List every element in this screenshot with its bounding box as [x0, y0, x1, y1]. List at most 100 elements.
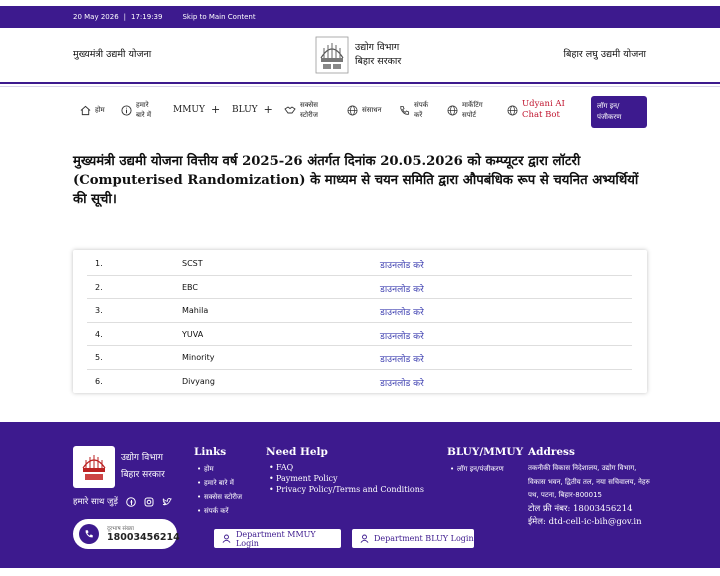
info-icon — [121, 104, 132, 116]
home-icon — [80, 105, 91, 115]
separator: | — [123, 13, 127, 21]
footer-link-faq[interactable]: FAQ — [266, 462, 424, 473]
footer-bluy-title: BLUY/MMUY — [447, 446, 524, 458]
plus-icon: + — [263, 103, 273, 116]
helpline-box[interactable]: दूरभाष संख्या 18003456214 — [73, 519, 180, 549]
download-link[interactable]: डाउनलोड करे — [380, 305, 424, 318]
phone-icon — [79, 524, 99, 544]
nav-resources-label: संसाधन — [362, 106, 382, 114]
download-link[interactable]: डाउनलोड करे — [380, 258, 424, 271]
twitter-icon[interactable] — [162, 497, 172, 507]
instagram-icon[interactable] — [144, 497, 154, 507]
row-number: 2. — [95, 282, 103, 292]
nav-success-stories[interactable]: सक्सेस स्टोरीज — [284, 87, 318, 133]
nav-marketing-label-2: सपोर्ट — [462, 111, 477, 119]
site-footer: उद्योग विभाग बिहार सरकार हमारे साथ जुड़े… — [0, 422, 720, 568]
social-links: हमारे साथ जुड़ें — [73, 496, 172, 507]
login-register-button[interactable]: लॉग इन/ पंजीकरण — [591, 96, 647, 128]
row-category: EBC — [182, 282, 198, 292]
footer-link-success-stories[interactable]: सक्सेस स्टोरीज — [194, 490, 242, 504]
skip-to-content-link[interactable]: Skip to Main Content — [182, 13, 255, 21]
plus-icon: + — [210, 103, 221, 116]
table-row: 3. Mahila डाउनलोड करे — [87, 299, 632, 323]
row-category: Divyang — [182, 376, 215, 386]
row-category: Minority — [182, 353, 215, 362]
table-row: 6. Divyang डाउनलोड करे — [87, 370, 632, 394]
globe-icon — [507, 105, 518, 115]
nav-mmuy-label: MMUY — [173, 105, 205, 115]
nav-about-label-2: बारे में — [136, 111, 152, 119]
nav-ai-label-1: Udyani AI — [522, 99, 565, 109]
footer-bluy-column: BLUY/MMUY लॉग इन/पंजीकरण — [447, 446, 523, 476]
site-logo[interactable]: उद्योग विभाग बिहार सरकार — [315, 36, 401, 74]
page-title: मुख्यमंत्री उद्यमी योजना वित्तीय वर्ष 20… — [73, 154, 639, 207]
department-mmuy-login-label: Department MMUY Login — [235, 529, 316, 548]
row-number: 4. — [95, 329, 103, 339]
footer-links-column: Links होम हमारे बारे में सक्सेस स्टोरीज … — [194, 446, 242, 518]
footer-link-contact[interactable]: संपर्क करें — [194, 504, 242, 518]
nav-marketing-label-1: मार्केटिंग — [462, 101, 483, 109]
helpline-number: 18003456214 — [107, 532, 180, 543]
globe-icon — [347, 105, 358, 115]
current-time: 17:19:39 — [131, 13, 163, 21]
facebook-icon[interactable] — [126, 496, 136, 507]
bluy-title[interactable]: बिहार लघु उद्यमी योजना — [564, 47, 646, 60]
department-bluy-login-button[interactable]: Department BLUY Login — [352, 529, 474, 548]
nav-contact-label-1: संपर्क — [414, 101, 429, 109]
table-row: 5. Minority डाउनलोड करे — [87, 346, 632, 370]
footer-address-column: Address तकनीकी विकास निदेशालय, उद्योग वि… — [528, 446, 652, 530]
bihar-emblem-icon — [315, 36, 349, 74]
footer-links-title: Links — [194, 446, 227, 458]
handshake-icon — [284, 105, 296, 113]
footer-link-payment-policy[interactable]: Payment Policy — [266, 473, 424, 484]
footer-logo-line-1: उद्योग विभाग — [121, 453, 163, 463]
footer-tollfree: टोल फ्री नंबर: 18003456214 — [528, 503, 633, 514]
nav-bluy[interactable]: BLUY + — [232, 87, 273, 133]
department-bluy-login-label: Department BLUY Login — [374, 534, 474, 543]
footer-address: तकनीकी विकास निदेशालय, उद्योग विभाग, विक… — [528, 464, 650, 499]
globe-icon — [447, 105, 458, 115]
nav-success-label-1: सक्सेस — [300, 101, 318, 109]
nav-resources[interactable]: संसाधन — [347, 87, 381, 133]
nav-contact[interactable]: संपर्क करें — [399, 87, 428, 133]
download-link[interactable]: डाउनलोड करे — [380, 329, 424, 342]
nav-contact-label-2: करें — [414, 111, 423, 119]
nav-about[interactable]: हमारे बारे में — [121, 87, 151, 133]
row-number: 5. — [95, 353, 103, 362]
table-row: 2. EBC डाउनलोड करे — [87, 276, 632, 299]
table-row: 1. SCST डाउनलोड करे — [87, 252, 632, 276]
helpline-label: दूरभाष संख्या — [107, 526, 134, 532]
logo-line-2: बिहार सरकार — [355, 56, 402, 67]
user-icon — [360, 534, 369, 543]
footer-help-title: Need Help — [266, 446, 328, 458]
footer-help-column: Need Help FAQ Payment Policy Privacy Pol… — [266, 446, 424, 495]
top-bar: 20 May 2026 | 17:19:39 Skip to Main Cont… — [0, 6, 720, 28]
download-link[interactable]: डाउनलोड करे — [380, 352, 424, 365]
nav-mmuy[interactable]: MMUY + — [173, 87, 220, 133]
nav-marketing-support[interactable]: मार्केटिंग सपोर्ट — [447, 87, 483, 133]
login-label-1: लॉग इन/ — [597, 102, 620, 110]
department-mmuy-login-button[interactable]: Department MMUY Login — [214, 529, 341, 548]
social-label: हमारे साथ जुड़ें — [73, 497, 118, 507]
footer-link-home[interactable]: होम — [194, 462, 242, 476]
footer-link-about[interactable]: हमारे बारे में — [194, 476, 242, 490]
footer-link-login-register[interactable]: लॉग इन/पंजीकरण — [447, 462, 523, 476]
phone-icon — [400, 105, 410, 115]
logo-line-1: उद्योग विभाग — [355, 42, 400, 53]
row-category: SCST — [182, 259, 203, 268]
footer-logo[interactable]: उद्योग विभाग बिहार सरकार — [73, 446, 165, 488]
user-icon — [222, 534, 231, 543]
login-label-2: पंजीकरण — [597, 113, 622, 121]
nav-ai-chatbot[interactable]: Udyani AI Chat Bot — [507, 87, 565, 133]
footer-link-privacy-policy[interactable]: Privacy Policy/Terms and Conditions — [266, 484, 424, 495]
row-number: 6. — [95, 376, 103, 386]
footer-logo-line-2: बिहार सरकार — [121, 470, 165, 480]
nav-home[interactable]: होम — [80, 87, 105, 133]
download-link[interactable]: डाउनलोड करे — [380, 282, 424, 295]
nav-bluy-label: BLUY — [232, 105, 258, 115]
main-navigation: होम हमारे बारे में MMUY + BLUY + सक्सेस स्टो… — [0, 86, 720, 132]
row-category: Mahila — [182, 306, 209, 315]
mmuy-title[interactable]: मुख्यमंत्री उद्यमी योजना — [73, 47, 151, 60]
nav-success-label-2: स्टोरीज — [300, 111, 318, 119]
download-link[interactable]: डाउनलोड करे — [380, 376, 424, 389]
